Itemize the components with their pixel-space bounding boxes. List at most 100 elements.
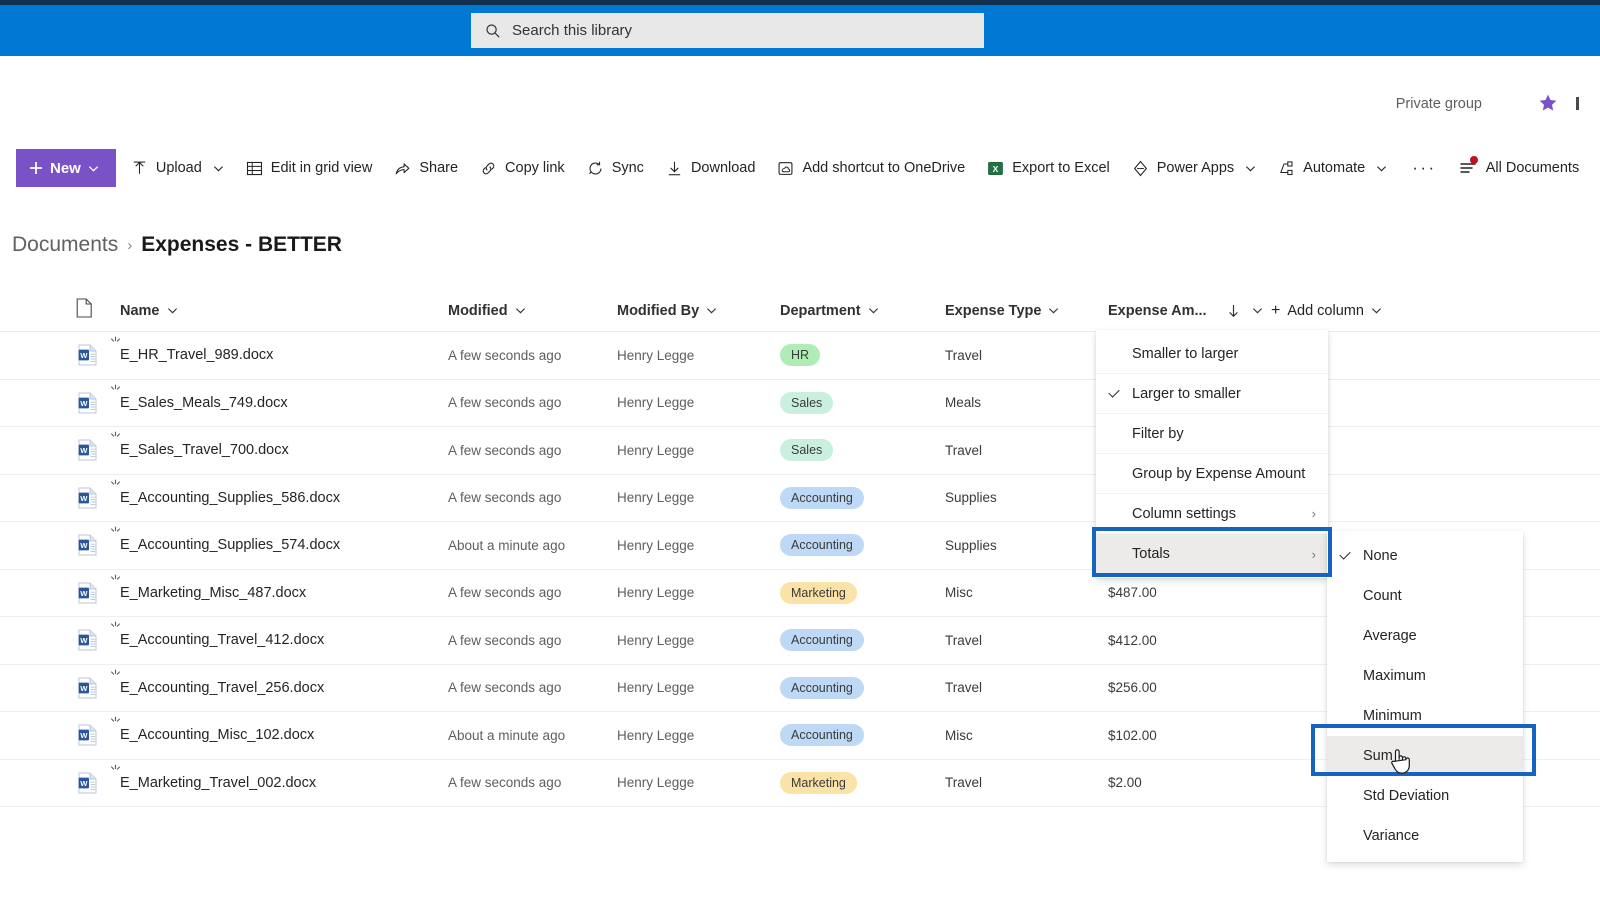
svg-text:W: W <box>80 446 88 455</box>
totals-item-std-deviation[interactable]: Std Deviation <box>1327 776 1523 816</box>
totals-item-average[interactable]: Average <box>1327 616 1523 656</box>
export-to-excel-label: Export to Excel <box>1012 160 1110 176</box>
row-department: Accounting <box>780 724 864 746</box>
row-department: Sales <box>780 392 833 414</box>
menu-item-column-settings[interactable]: Column settings› <box>1096 494 1328 534</box>
sync-button[interactable]: Sync <box>576 148 655 188</box>
totals-item-variance[interactable]: Variance <box>1327 816 1523 856</box>
row-file-name[interactable]: E_Sales_Travel_700.docx <box>120 442 289 458</box>
column-header-expense-type[interactable]: Expense Type <box>945 303 1059 319</box>
search-input[interactable]: Search this library <box>471 13 984 48</box>
menu-item-totals[interactable]: Totals› <box>1096 534 1328 574</box>
totals-item-count[interactable]: Count <box>1327 576 1523 616</box>
breadcrumb-separator-icon: › <box>127 237 132 254</box>
row-file-icon[interactable]: W <box>78 344 100 366</box>
file-type-column-icon[interactable] <box>76 298 93 323</box>
new-item-sparkle-icon <box>109 574 122 587</box>
chevron-down-icon <box>706 305 717 316</box>
row-file-name-text: E_Accounting_Travel_256.docx <box>120 680 324 696</box>
totals-item-none[interactable]: None <box>1327 536 1523 576</box>
row-modified-by: Henry Legge <box>617 538 694 553</box>
edit-in-grid-view-button[interactable]: Edit in grid view <box>235 148 384 188</box>
share-button[interactable]: Share <box>383 148 469 188</box>
menu-item-larger-to-smaller[interactable]: Larger to smaller <box>1096 374 1328 414</box>
row-file-name[interactable]: E_Marketing_Travel_002.docx <box>120 775 316 791</box>
row-file-icon[interactable]: W <box>78 534 100 556</box>
column-header-department[interactable]: Department <box>780 303 879 319</box>
row-file-name[interactable]: E_Accounting_Misc_102.docx <box>120 727 314 743</box>
row-file-icon[interactable]: W <box>78 677 100 699</box>
add-column-button[interactable]: + Add column <box>1271 302 1382 320</box>
column-header-modified[interactable]: Modified <box>448 303 526 319</box>
add-shortcut-to-onedrive-button[interactable]: Add shortcut to OneDrive <box>766 148 976 188</box>
breadcrumb-root[interactable]: Documents <box>12 233 118 257</box>
menu-item-filter-by[interactable]: Filter by <box>1096 414 1328 454</box>
copy-link-button[interactable]: Copy link <box>469 148 576 188</box>
power-apps-button[interactable]: Power Apps <box>1121 148 1267 188</box>
row-file-icon[interactable]: W <box>78 439 100 461</box>
chevron-down-icon <box>88 163 99 174</box>
row-file-icon[interactable]: W <box>78 772 100 794</box>
row-modified: About a minute ago <box>448 538 565 553</box>
add-shortcut-label: Add shortcut to OneDrive <box>802 160 965 176</box>
table-row[interactable]: W E_Sales_Meals_749.docx A few seconds a… <box>0 380 1600 428</box>
row-file-name[interactable]: E_Sales_Meals_749.docx <box>120 395 288 411</box>
totals-item-minimum[interactable]: Minimum <box>1327 696 1523 736</box>
row-department: Sales <box>780 439 833 461</box>
column-header-name[interactable]: Name <box>120 303 178 319</box>
word-document-icon: W <box>78 534 98 556</box>
sync-icon <box>587 160 604 177</box>
row-file-icon[interactable]: W <box>78 487 100 509</box>
toolbar-overflow-button[interactable]: ··· <box>1398 158 1450 178</box>
row-file-name[interactable]: E_HR_Travel_989.docx <box>120 347 273 363</box>
download-button[interactable]: Download <box>655 148 767 188</box>
menu-item-label: Totals <box>1132 546 1170 562</box>
row-file-name[interactable]: E_Accounting_Supplies_574.docx <box>120 537 340 553</box>
department-pill: Accounting <box>780 677 864 699</box>
row-modified-by: Henry Legge <box>617 395 694 410</box>
sharepoint-document-library-page: Search this library Private group New <box>0 0 1600 900</box>
column-header-expense-amount[interactable]: Expense Am... <box>1108 303 1263 319</box>
automate-button[interactable]: Automate <box>1267 148 1398 188</box>
svg-text:W: W <box>80 684 88 693</box>
row-expense-type: Supplies <box>945 490 997 505</box>
column-header-modified-by[interactable]: Modified By <box>617 303 717 319</box>
following-label-truncated[interactable] <box>1576 93 1592 118</box>
svg-text:W: W <box>80 589 88 598</box>
totals-item-sum[interactable]: Sum <box>1327 736 1523 776</box>
row-file-name[interactable]: E_Accounting_Supplies_586.docx <box>120 490 340 506</box>
row-modified: A few seconds ago <box>448 490 561 505</box>
table-row[interactable]: W E_Sales_Travel_700.docx A few seconds … <box>0 427 1600 475</box>
row-file-icon[interactable]: W <box>78 392 100 414</box>
menu-item-smaller-to-larger[interactable]: Smaller to larger <box>1096 334 1328 374</box>
row-modified-by: Henry Legge <box>617 490 694 505</box>
row-file-icon[interactable]: W <box>78 582 100 604</box>
row-file-icon[interactable]: W <box>78 629 100 651</box>
row-expense-amount: $102.00 <box>1108 728 1157 743</box>
row-file-name[interactable]: E_Marketing_Misc_487.docx <box>120 585 306 601</box>
upload-button[interactable]: Upload <box>120 148 235 188</box>
new-item-sparkle-icon <box>109 526 122 539</box>
upload-icon <box>131 160 148 177</box>
row-expense-type: Misc <box>945 728 973 743</box>
table-row[interactable]: W E_HR_Travel_989.docx A few seconds ago… <box>0 332 1600 380</box>
chevron-down-icon <box>515 305 526 316</box>
row-file-name[interactable]: E_Accounting_Travel_412.docx <box>120 632 324 648</box>
menu-item-group-by-expense-amount[interactable]: Group by Expense Amount <box>1096 454 1328 494</box>
menu-item-label: Std Deviation <box>1363 788 1449 804</box>
row-expense-type: Travel <box>945 443 982 458</box>
table-row[interactable]: W E_Accounting_Supplies_586.docx A few s… <box>0 475 1600 523</box>
export-to-excel-button[interactable]: X Export to Excel <box>976 148 1121 188</box>
new-button[interactable]: New <box>16 149 116 187</box>
view-selector[interactable]: All Documents <box>1451 148 1587 188</box>
row-file-icon[interactable]: W <box>78 724 100 746</box>
column-header-expense-type-label: Expense Type <box>945 303 1041 319</box>
favorite-star-icon[interactable] <box>1538 93 1558 118</box>
excel-icon: X <box>987 160 1004 177</box>
chevron-down-icon <box>1376 163 1387 174</box>
view-selector-label: All Documents <box>1486 160 1579 176</box>
row-file-name[interactable]: E_Accounting_Travel_256.docx <box>120 680 324 696</box>
totals-item-maximum[interactable]: Maximum <box>1327 656 1523 696</box>
link-icon <box>480 160 497 177</box>
row-file-name-text: E_Accounting_Supplies_586.docx <box>120 490 340 506</box>
